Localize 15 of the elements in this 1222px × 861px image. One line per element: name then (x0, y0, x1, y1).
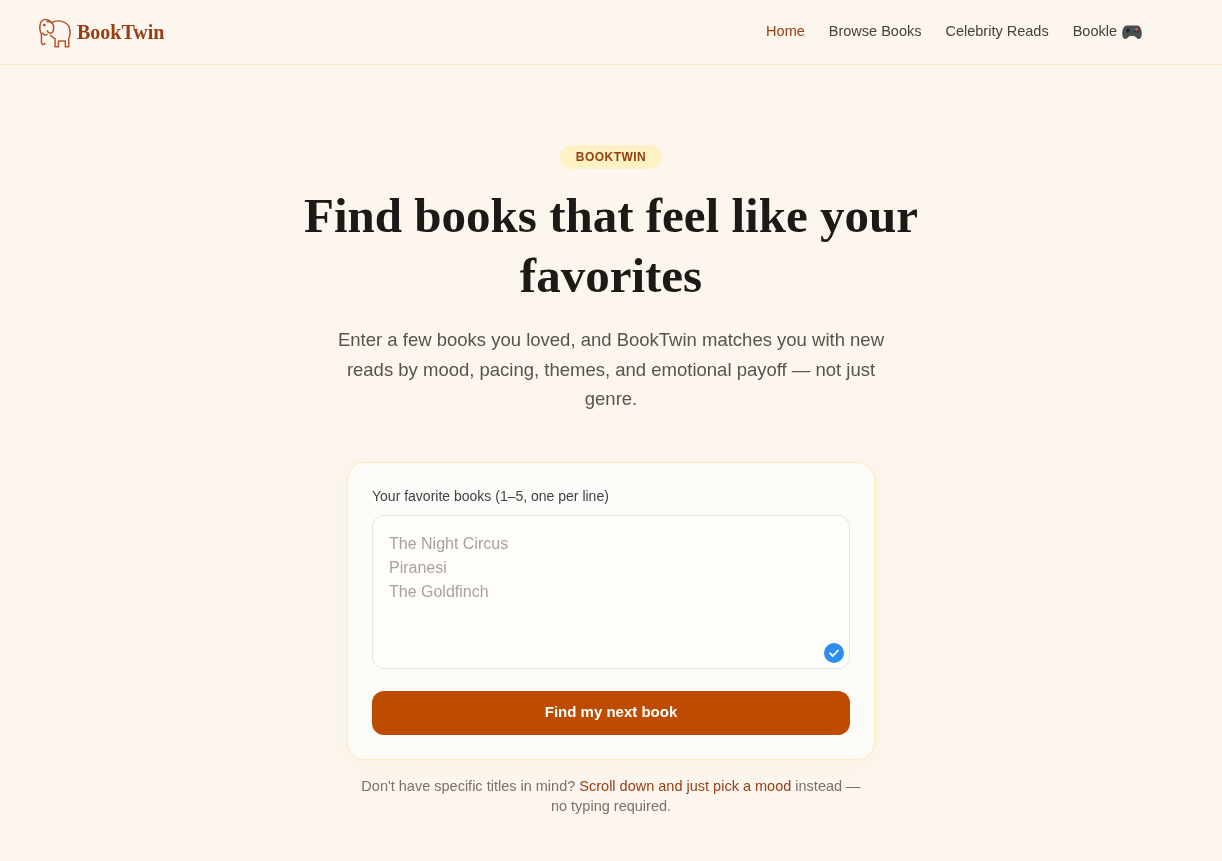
logo-link[interactable]: BookTwin (38, 15, 165, 49)
badge: BOOKTWIN (559, 145, 663, 169)
nav-link[interactable]: Home (766, 21, 805, 43)
hero-title: Find books that feel like your favorites (303, 187, 919, 305)
logo-text: BookTwin (77, 20, 165, 45)
nav-link[interactable]: Browse Books (828, 21, 922, 43)
pick-mood-link[interactable]: Scroll down and just pick a mood (579, 777, 792, 794)
nav-link[interactable]: Bookle (1072, 21, 1142, 43)
helper-text: Don't have specific titles in mind? Scroll down and just pick a mood instead — no typing required. (360, 776, 862, 816)
find-book-button[interactable]: Find my next book (372, 690, 850, 735)
hero-subtitle: Enter a few books you loved, and BookTwin matches you with new reads by mood, pacing, themes, and emotional payoff — not just genre. (336, 328, 886, 411)
books-input-field[interactable]: The Night Circus Piranesi The Goldfinch (372, 514, 850, 669)
game-controller-icon (1122, 24, 1142, 40)
nav-link[interactable]: Celebrity Reads (945, 21, 1049, 43)
field-label: Your favorite books (1–5, one per line) (372, 486, 610, 506)
